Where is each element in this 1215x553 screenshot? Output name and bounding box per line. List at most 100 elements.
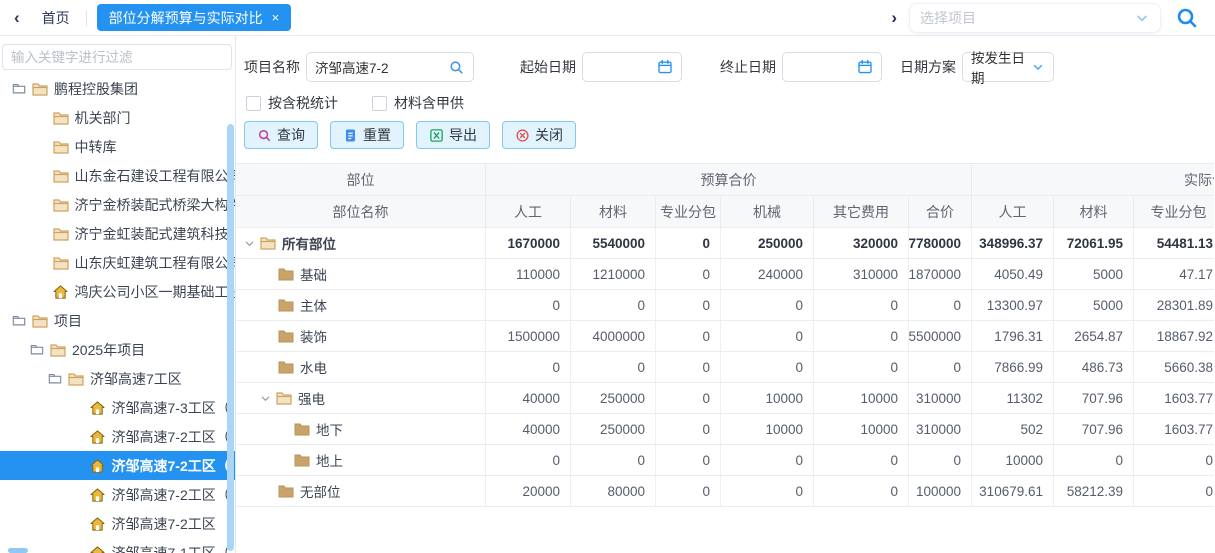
value-cell: 310679.61 (972, 476, 1054, 506)
global-search-icon[interactable] (1175, 6, 1199, 30)
forward-chevron-icon[interactable]: › (879, 8, 909, 28)
chevron-down-icon[interactable] (244, 238, 258, 249)
checkbox-material-owner-supplied[interactable]: 材料含甲供 (372, 93, 464, 113)
back-chevron-icon[interactable]: ‹ (0, 8, 34, 28)
tree-item[interactable]: 济邹高速7-1工区（ (0, 538, 235, 553)
table-row[interactable]: 强电 400002500000100001000031000011302707.… (236, 383, 1214, 414)
value-cell: 240000 (721, 259, 814, 289)
project-name-label: 项目名称 (244, 57, 300, 77)
close-button[interactable]: 关闭 (502, 121, 576, 149)
table-column-header-row: 部位名称人工材料专业分包机械其它费用合价人工材料专业分包 (236, 196, 1214, 228)
tab-active-part-budget-compare[interactable]: 部位分解预算与实际对比 × (97, 4, 292, 31)
checkbox-box[interactable] (246, 96, 261, 111)
tab-close-icon[interactable]: × (272, 10, 280, 25)
tree-item[interactable]: 中转库 (0, 132, 235, 161)
tree-item[interactable]: 机关部门 (0, 103, 235, 132)
table-row[interactable]: 地上 0000001000000 (236, 445, 1214, 476)
table-row[interactable]: 装饰 1500000400000000055000001796.312654.8… (236, 321, 1214, 352)
search-icon[interactable] (448, 59, 465, 76)
table-row[interactable]: 地下 4000025000001000010000310000502707.96… (236, 414, 1214, 445)
tree-item[interactable]: 济宁金虹装配式建筑科技 (0, 219, 235, 248)
tree-item[interactable]: 济邹高速7-2工区 (0, 509, 235, 538)
active-tab-label: 部位分解预算与实际对比 (109, 8, 263, 28)
folder-icon (32, 82, 49, 96)
value-cell: 13300.97 (972, 290, 1054, 320)
column-header: 人工 (486, 196, 571, 227)
calendar-icon[interactable] (657, 59, 673, 75)
home-icon (90, 430, 107, 444)
chevron-down-icon[interactable] (1031, 60, 1045, 74)
checkbox-include-tax[interactable]: 按含税统计 (246, 93, 338, 113)
tree-item-label: 山东金石建设工程有限公司 (75, 166, 236, 186)
table-body: 所有部位 16700005540000025000032000077800003… (236, 228, 1214, 507)
tree-item-label: 济邹高速7-3工区（ (112, 398, 230, 418)
tree-item[interactable]: 济邹高速7工区 (0, 364, 235, 393)
expander-icon[interactable] (30, 343, 46, 356)
tree-item-label: 机关部门 (75, 108, 131, 128)
home-icon (53, 285, 70, 299)
folder-icon (53, 198, 70, 212)
value-cell: 4000000 (571, 321, 656, 351)
value-cell: 0 (656, 290, 721, 320)
home-icon (90, 459, 107, 473)
project-name-input[interactable]: 济邹高速7-2 (306, 52, 474, 82)
tree-filter-input[interactable] (2, 44, 232, 70)
tree-item[interactable]: 山东金石建设工程有限公司 (0, 161, 235, 190)
tree-item-label: 济邹高速7-2工区 (112, 514, 216, 534)
folder-icon (53, 169, 70, 183)
table-row[interactable]: 所有部位 16700005540000025000032000077800003… (236, 228, 1214, 259)
end-date-input[interactable] (782, 52, 882, 82)
date-scheme-select[interactable]: 按发生日期 (962, 52, 1054, 82)
chevron-down-icon[interactable] (1134, 10, 1150, 26)
vertical-scrollbar[interactable] (227, 124, 234, 551)
tab-home[interactable]: 首页 (34, 8, 86, 28)
table-row[interactable]: 无部位 2000080000000100000310679.6158212.39… (236, 476, 1214, 507)
folder-icon (278, 360, 295, 374)
reset-button[interactable]: 重置 (330, 121, 404, 149)
query-button[interactable]: 查询 (244, 121, 318, 149)
tree-item[interactable]: 项目 (0, 306, 235, 335)
table-row[interactable]: 主体 00000013300.97500028301.89 (236, 290, 1214, 321)
horizontal-scrollbar[interactable] (8, 548, 28, 553)
expander-icon[interactable] (48, 372, 64, 385)
expander-icon[interactable] (12, 314, 28, 327)
tree-item[interactable]: 济邹高速7-2工区（ (0, 451, 235, 480)
budget-actual-table: 部位 预算合价 实际合价 部位名称人工材料专业分包机械其它费用合价人工材料专业分… (236, 163, 1214, 507)
checkbox-box[interactable] (372, 96, 387, 111)
folder-icon (32, 314, 49, 328)
value-cell: 0 (656, 383, 721, 413)
close-circle-icon (515, 128, 530, 143)
table-row[interactable]: 基础 1100001210000024000031000018700004050… (236, 259, 1214, 290)
value-cell: 10000 (814, 383, 909, 413)
value-cell: 0 (486, 290, 571, 320)
tree-item-label: 济邹高速7工区 (90, 369, 182, 389)
date-scheme-label: 日期方案 (900, 57, 956, 77)
tree-item[interactable]: 济宁金桥装配式桥梁大构件 (0, 190, 235, 219)
table-row[interactable]: 水电 0000007866.99486.735660.38 (236, 352, 1214, 383)
export-button[interactable]: 导出 (416, 121, 490, 149)
tree-item[interactable]: 济邹高速7-2工区（ (0, 480, 235, 509)
tree-item[interactable]: 鸿庆公司小区一期基础工程 (0, 277, 235, 306)
value-cell: 320000 (814, 228, 909, 258)
part-name-cell: 无部位 (236, 476, 486, 506)
tree-item[interactable]: 山东庆虹建筑工程有限公司 (0, 248, 235, 277)
project-select-input[interactable]: 选择项目 (909, 3, 1161, 33)
column-header: 专业分包 (1134, 196, 1214, 227)
group-header-budget-total: 预算合价 (486, 164, 972, 195)
value-cell: 0 (814, 445, 909, 475)
tree-item[interactable]: 鹏程控股集团 (0, 74, 235, 103)
tree-item[interactable]: 济邹高速7-2工区（ (0, 422, 235, 451)
folder-icon (53, 111, 70, 125)
calendar-icon[interactable] (857, 59, 873, 75)
expander-icon[interactable] (12, 82, 28, 95)
tree-item[interactable]: 济邹高速7-3工区（ (0, 393, 235, 422)
tree-item[interactable]: 2025年项目 (0, 335, 235, 364)
folder-icon (68, 372, 85, 386)
value-cell: 310000 (909, 383, 972, 413)
start-date-input[interactable] (582, 52, 682, 82)
chevron-down-icon[interactable] (260, 393, 274, 404)
value-cell: 0 (814, 476, 909, 506)
folder-icon (50, 343, 67, 357)
value-cell: 0 (656, 321, 721, 351)
folder-icon (53, 227, 70, 241)
